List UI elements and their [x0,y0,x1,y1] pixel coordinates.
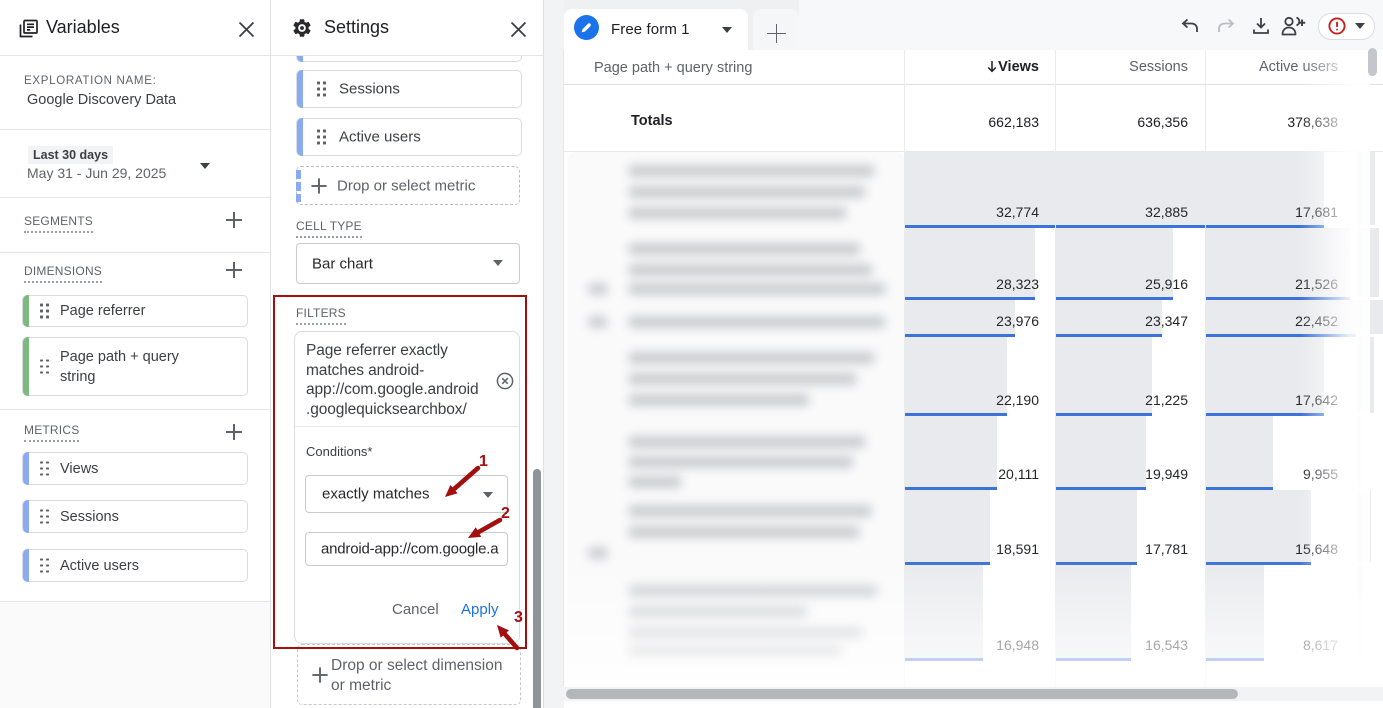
svg-text:2: 2 [501,505,510,522]
svg-text:3: 3 [514,609,523,626]
svg-text:1: 1 [479,453,488,470]
